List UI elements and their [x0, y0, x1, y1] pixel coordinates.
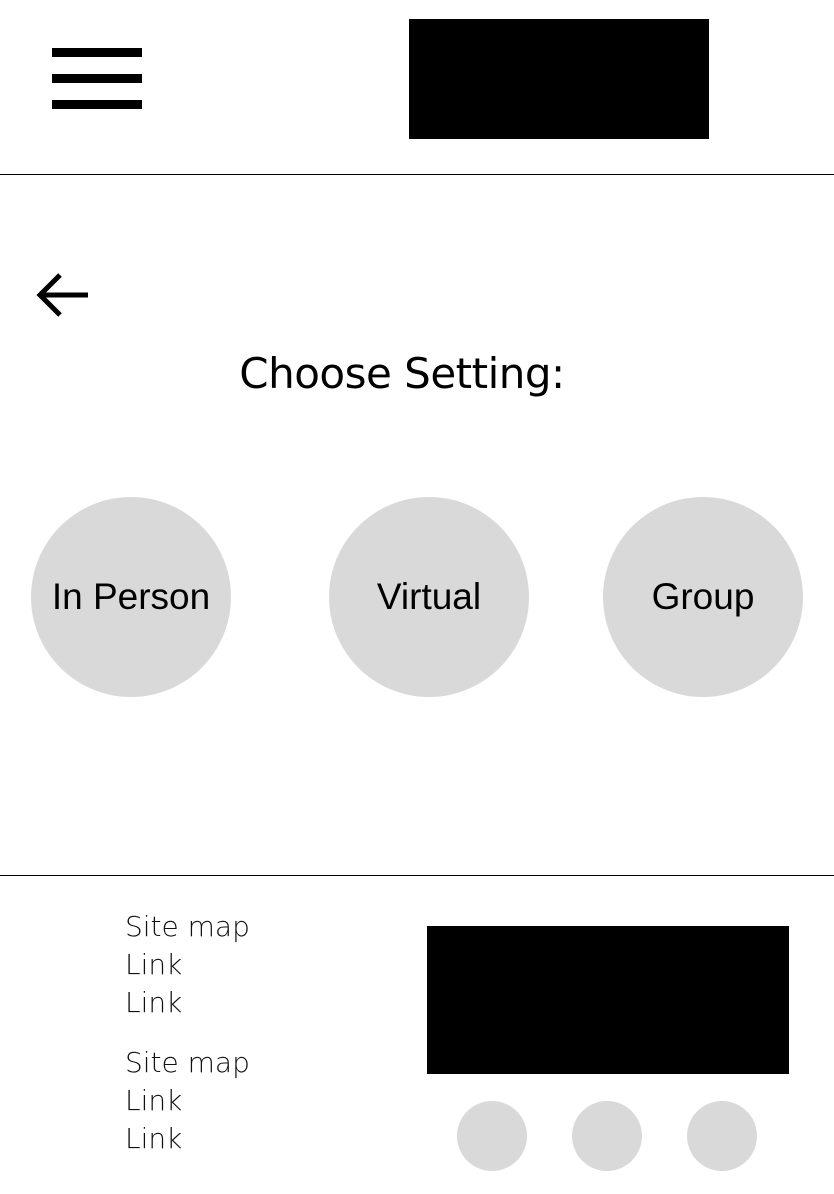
hamburger-menu-icon[interactable] [52, 48, 142, 110]
menu-bar [52, 74, 142, 83]
back-arrow-icon[interactable] [36, 272, 90, 318]
option-label: Group [651, 576, 755, 617]
footer-link[interactable]: Link [125, 946, 325, 984]
footer-heading: Site map [125, 910, 250, 943]
menu-bar [52, 100, 142, 109]
footer-link[interactable]: Link [125, 984, 325, 1022]
footer-link[interactable]: Link [125, 1082, 325, 1120]
footer-divider [0, 875, 834, 876]
option-in-person-button[interactable]: In Person [31, 497, 231, 697]
option-group-button[interactable]: Group [603, 497, 803, 697]
option-label: In Person [51, 576, 211, 617]
social-icon[interactable] [572, 1101, 642, 1171]
footer-heading: Site map [125, 1046, 250, 1079]
social-icon[interactable] [687, 1101, 757, 1171]
option-label: Virtual [376, 576, 482, 617]
header-divider [0, 174, 834, 175]
footer-image-placeholder [427, 926, 789, 1074]
menu-bar [52, 48, 142, 57]
page-title: Choose Setting: [239, 349, 565, 398]
social-icon[interactable] [457, 1101, 527, 1171]
footer-link[interactable]: Link [125, 1120, 325, 1158]
logo-placeholder[interactable] [409, 19, 709, 139]
option-virtual-button[interactable]: Virtual [329, 497, 529, 697]
footer-column: Site map Link Link [125, 908, 325, 1022]
footer-column: Site map Link Link [125, 1044, 325, 1158]
